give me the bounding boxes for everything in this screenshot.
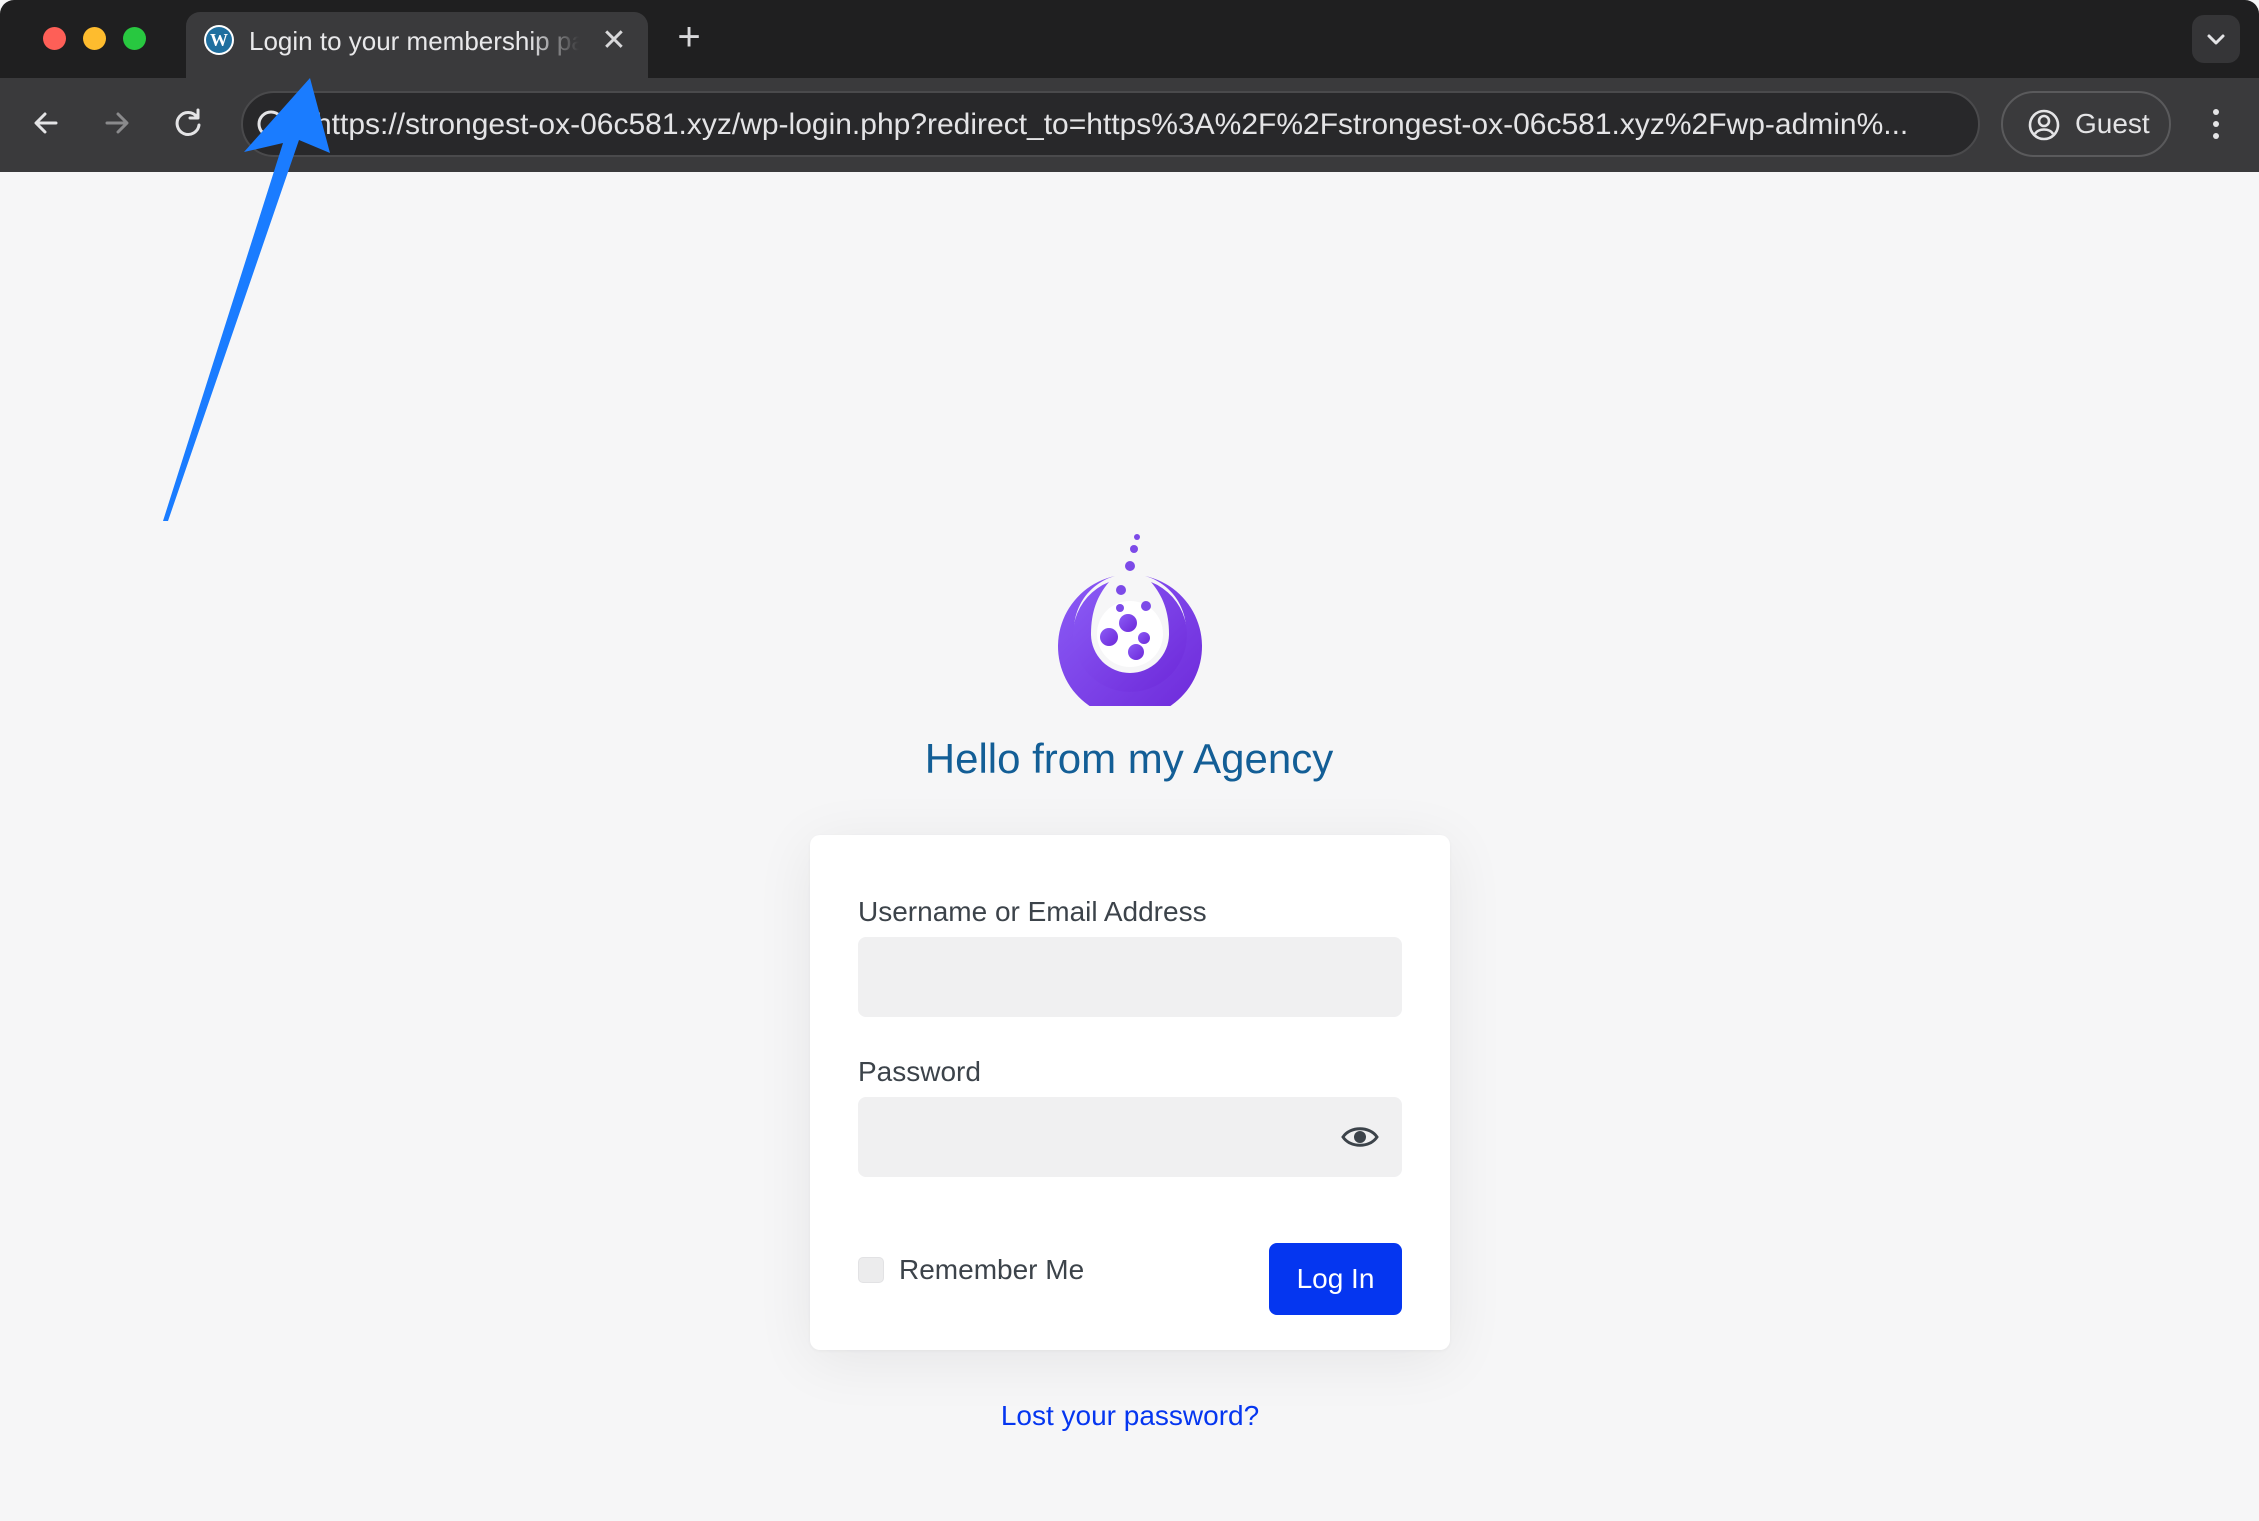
forward-arrow-icon[interactable] bbox=[99, 105, 135, 141]
show-password-eye-icon[interactable] bbox=[1340, 1119, 1380, 1155]
chevron-down-icon bbox=[2207, 34, 2225, 45]
login-form: Username or Email Address Password Remem… bbox=[810, 835, 1450, 1350]
back-arrow-icon[interactable] bbox=[28, 105, 64, 141]
password-label: Password bbox=[858, 1056, 981, 1087]
url-text[interactable]: https://strongest-ox-06c581.xyz/wp-login… bbox=[315, 108, 1945, 142]
tab-search-button[interactable] bbox=[2192, 15, 2240, 63]
account-circle-icon bbox=[2028, 109, 2060, 141]
username-input[interactable] bbox=[858, 937, 1402, 1017]
password-input[interactable] bbox=[858, 1097, 1402, 1177]
reload-icon[interactable] bbox=[170, 105, 206, 141]
close-window-button[interactable] bbox=[43, 27, 66, 50]
site-logo-icon bbox=[1058, 534, 1202, 706]
site-info-icon[interactable] bbox=[255, 108, 287, 140]
site-title[interactable]: Hello from my Agency bbox=[829, 734, 1429, 784]
profile-label: Guest bbox=[2075, 108, 2150, 139]
close-tab-icon[interactable]: ✕ bbox=[599, 26, 629, 56]
profile-button[interactable]: Guest bbox=[2001, 91, 2171, 157]
maximize-window-button[interactable] bbox=[123, 27, 146, 50]
remember-me-checkbox[interactable] bbox=[858, 1257, 884, 1283]
wordpress-icon: W bbox=[204, 25, 234, 55]
tab-title: Login to your membership page bbox=[249, 26, 579, 56]
more-options-icon[interactable] bbox=[2198, 102, 2234, 146]
tab-strip: W Login to your membership page ✕ + bbox=[0, 0, 2259, 78]
remember-me-label[interactable]: Remember Me bbox=[899, 1253, 1084, 1287]
new-tab-button[interactable]: + bbox=[672, 17, 706, 57]
lost-password-link[interactable]: Lost your password? bbox=[880, 1398, 1380, 1434]
username-label: Username or Email Address bbox=[858, 896, 1207, 927]
browser-toolbar: https://strongest-ox-06c581.xyz/wp-login… bbox=[0, 78, 2259, 172]
browser-tab-active[interactable]: W Login to your membership page ✕ bbox=[186, 12, 648, 78]
log-in-button[interactable]: Log In bbox=[1269, 1243, 1402, 1315]
address-bar[interactable]: https://strongest-ox-06c581.xyz/wp-login… bbox=[241, 91, 1980, 157]
svg-text:W: W bbox=[210, 30, 228, 50]
browser-window: W Login to your membership page ✕ + http… bbox=[0, 0, 2259, 1521]
minimize-window-button[interactable] bbox=[83, 27, 106, 50]
login-page: Hello from my Agency Username or Email A… bbox=[0, 172, 2259, 1521]
